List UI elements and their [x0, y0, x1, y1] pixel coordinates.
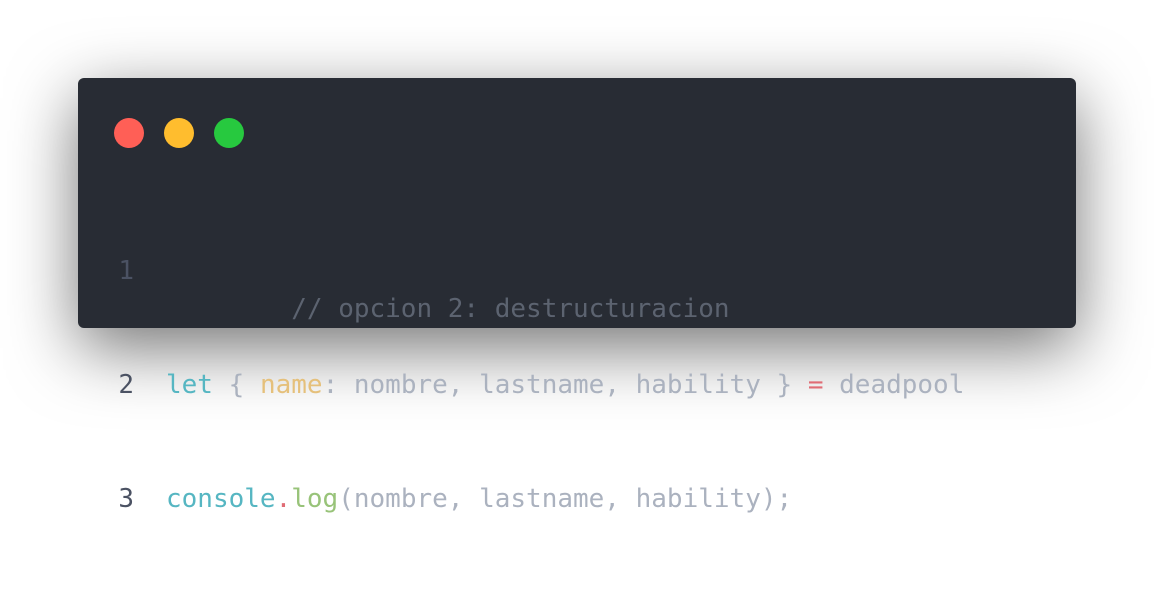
maximize-dot-icon[interactable] [214, 118, 244, 148]
code-property: name [259, 370, 323, 400]
code-comment: // opcion 2: destructuracion [291, 294, 730, 324]
code-plain: deadpool [823, 370, 965, 400]
code-object: console [166, 484, 276, 514]
code-plain: : nombre, lastname, hability } [322, 370, 808, 400]
close-dot-icon[interactable] [114, 118, 144, 148]
code-block: 1 // opcion 2: destructuracion 2 let { n… [78, 176, 1076, 594]
code-window: 1 // opcion 2: destructuracion 2 let { n… [78, 78, 1076, 514]
code-function: log [291, 484, 339, 514]
code-line: 1 // opcion 2: destructuracion [78, 252, 1076, 324]
line-number: 3 [118, 484, 134, 514]
line-number: 1 [118, 256, 134, 286]
code-plain: { [212, 370, 260, 400]
code-operator: . [275, 484, 292, 514]
code-line: 3 console.log(nombre, lastname, hability… [78, 480, 1076, 518]
window-controls [114, 118, 244, 148]
code-operator: = [807, 370, 824, 400]
code-plain: (nombre, lastname, hability); [338, 484, 793, 514]
line-number: 2 [118, 370, 134, 400]
line-source: // opcion 2: destructuracion [166, 252, 729, 324]
code-line: 2 let { name: nombre, lastname, hability… [78, 366, 1076, 404]
line-source: console.log(nombre, lastname, hability); [166, 480, 792, 518]
line-source: let { name: nombre, lastname, hability }… [166, 366, 964, 404]
code-keyword: let [166, 370, 213, 400]
minimize-dot-icon[interactable] [164, 118, 194, 148]
